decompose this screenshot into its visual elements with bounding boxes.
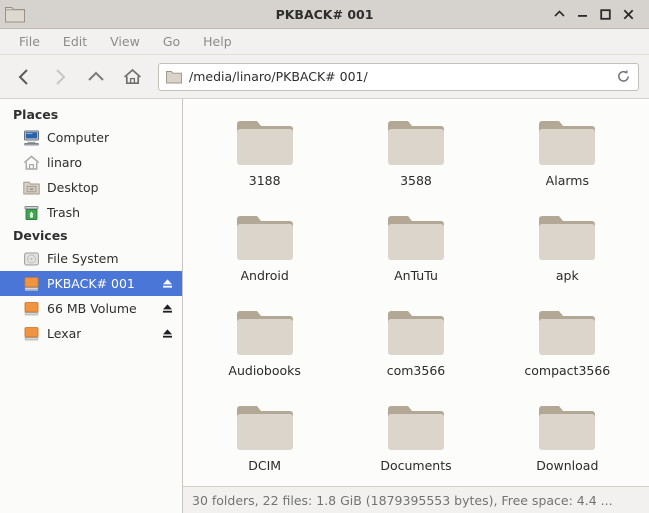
file-label: Alarms — [545, 173, 589, 188]
minimize-button[interactable] — [576, 7, 589, 21]
file-label: AnTuTu — [394, 268, 438, 283]
file-label: Documents — [380, 458, 452, 473]
eject-icon[interactable] — [161, 302, 174, 315]
file-label: Download — [536, 458, 599, 473]
file-item[interactable]: apk — [492, 202, 643, 297]
folder-icon — [387, 208, 445, 264]
file-manager-window: PKBACK# 001 File Edit View Go Help /medi… — [0, 0, 649, 513]
sidebar-item-label: linaro — [47, 155, 83, 170]
trash-icon — [22, 204, 40, 222]
file-item[interactable]: compact3566 — [492, 297, 643, 392]
removable-drive-icon — [22, 300, 40, 318]
folder-icon — [538, 398, 596, 454]
reload-icon[interactable] — [614, 68, 632, 86]
forward-button[interactable] — [42, 61, 78, 93]
back-button[interactable] — [6, 61, 42, 93]
folder-icon — [236, 303, 294, 359]
sidebar-header-places: Places — [13, 107, 59, 122]
window-controls — [553, 7, 643, 21]
harddisk-icon — [22, 250, 40, 268]
title-bar: PKBACK# 001 — [0, 0, 649, 29]
sidebar-item-label: Lexar — [47, 326, 82, 341]
sidebar: Places Computer linaro Desktop Trash Dev… — [0, 99, 183, 513]
file-label: 3188 — [248, 173, 281, 188]
shade-button[interactable] — [553, 7, 566, 21]
file-label: DCIM — [248, 458, 282, 473]
maximize-button[interactable] — [599, 7, 612, 21]
menu-go[interactable]: Go — [154, 32, 189, 51]
home-button[interactable] — [114, 61, 150, 93]
menu-edit[interactable]: Edit — [54, 32, 96, 51]
removable-drive-icon — [22, 275, 40, 293]
folder-icon — [236, 208, 294, 264]
sidebar-item-computer[interactable]: Computer — [0, 125, 182, 150]
sidebar-item-label: Trash — [47, 205, 81, 220]
menu-help[interactable]: Help — [194, 32, 241, 51]
file-label: 3588 — [400, 173, 432, 188]
file-label: com3566 — [386, 363, 446, 378]
sidebar-item-label: Computer — [47, 130, 110, 145]
file-label: compact3566 — [524, 363, 611, 378]
status-bar: 30 folders, 22 files: 1.8 GiB (187939555… — [183, 486, 649, 513]
menu-bar: File Edit View Go Help — [0, 29, 649, 55]
file-item[interactable]: Android — [189, 202, 340, 297]
sidebar-item-trash[interactable]: Trash — [0, 200, 182, 225]
sidebar-item-label: 66 MB Volume — [47, 301, 137, 316]
menu-view[interactable]: View — [101, 32, 149, 51]
navigation-toolbar: /media/linaro/PKBACK# 001/ — [0, 55, 649, 98]
file-item[interactable]: AnTuTu — [340, 202, 491, 297]
sidebar-item-linaro[interactable]: linaro — [0, 150, 182, 175]
file-item[interactable]: com3566 — [340, 297, 491, 392]
sidebar-item-66-mb-volume[interactable]: 66 MB Volume — [0, 296, 182, 321]
window-folder-icon — [0, 1, 30, 27]
computer-icon — [22, 129, 40, 147]
folder-icon — [538, 113, 596, 169]
path-text: /media/linaro/PKBACK# 001/ — [189, 69, 368, 84]
file-grid: 3188 3588 Alarms Android AnTuTu apk Audi… — [183, 99, 649, 486]
sidebar-item-label: Desktop — [47, 180, 99, 195]
path-entry[interactable]: /media/linaro/PKBACK# 001/ — [158, 62, 639, 91]
desktop-folder-icon — [22, 179, 40, 197]
body-split: Places Computer linaro Desktop Trash Dev… — [0, 98, 649, 513]
sidebar-item-desktop[interactable]: Desktop — [0, 175, 182, 200]
folder-icon — [236, 113, 294, 169]
sidebar-item-file-system[interactable]: File System — [0, 246, 182, 271]
folder-icon — [538, 208, 596, 264]
file-label: Audiobooks — [228, 363, 301, 378]
file-item[interactable]: Alarms — [492, 107, 643, 202]
sidebar-item-pkback-001[interactable]: PKBACK# 001 — [0, 271, 182, 296]
sidebar-item-label: PKBACK# 001 — [47, 276, 135, 291]
status-text: 30 folders, 22 files: 1.8 GiB (187939555… — [192, 492, 613, 508]
file-item[interactable]: DCIM — [189, 392, 340, 486]
file-item[interactable]: Audiobooks — [189, 297, 340, 392]
folder-icon — [387, 113, 445, 169]
menu-file[interactable]: File — [10, 32, 49, 51]
sidebar-item-label: File System — [47, 251, 119, 266]
folder-icon — [236, 398, 294, 454]
sidebar-header-devices: Devices — [13, 228, 68, 243]
content-pane: 3188 3588 Alarms Android AnTuTu apk Audi… — [183, 99, 649, 513]
close-button[interactable] — [622, 7, 635, 21]
folder-icon — [538, 303, 596, 359]
eject-icon[interactable] — [161, 327, 174, 340]
file-label: Android — [240, 268, 289, 283]
file-item[interactable]: Documents — [340, 392, 491, 486]
eject-icon[interactable] — [161, 277, 174, 290]
file-label: apk — [555, 268, 579, 283]
file-item[interactable]: 3188 — [189, 107, 340, 202]
window-title: PKBACK# 001 — [275, 6, 374, 22]
up-button[interactable] — [78, 61, 114, 93]
path-folder-icon — [166, 70, 182, 84]
file-item[interactable]: 3588 — [340, 107, 491, 202]
home-icon — [22, 154, 40, 172]
removable-drive-icon — [22, 325, 40, 343]
folder-icon — [387, 303, 445, 359]
sidebar-item-lexar[interactable]: Lexar — [0, 321, 182, 346]
folder-icon — [387, 398, 445, 454]
file-item[interactable]: Download — [492, 392, 643, 486]
